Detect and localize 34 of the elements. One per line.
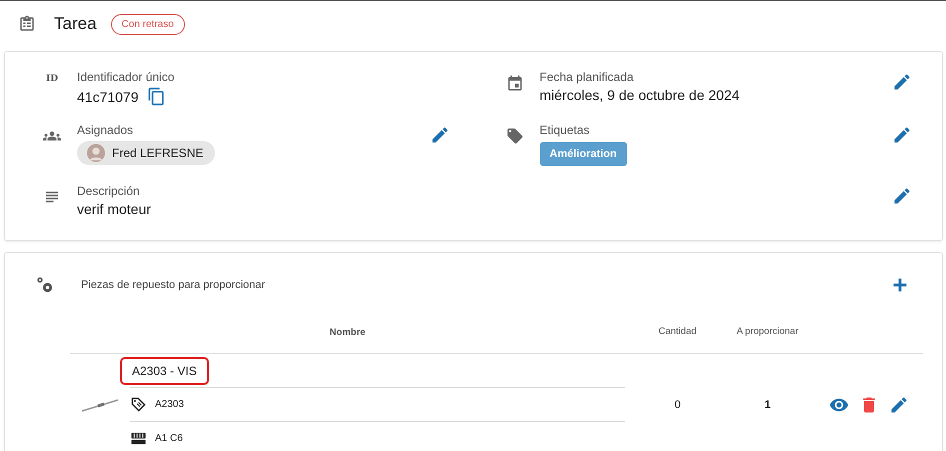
field-label: Etiquetas: [540, 123, 591, 138]
clipboard-icon: [18, 15, 36, 33]
edit-icon[interactable]: [889, 394, 909, 414]
field-value: verif moteur: [77, 200, 152, 217]
shelf-icon: [130, 430, 147, 447]
id-icon: ID: [46, 74, 58, 84]
column-header: A proporcionar: [736, 324, 800, 339]
avatar-icon: [87, 144, 105, 162]
tag-icon: [506, 127, 524, 146]
column-header: Cantidad: [657, 324, 698, 339]
tag-icon: [130, 396, 147, 413]
tag-chip: Amélioration: [540, 142, 627, 166]
section-title: Piezas de repuesto para proporcionar: [81, 279, 266, 291]
page-title: Tarea: [54, 14, 97, 34]
edit-icon[interactable]: [892, 186, 912, 206]
part-reference: A2303: [155, 399, 184, 410]
edit-icon[interactable]: [430, 125, 450, 146]
to-provide-cell-text: 1: [763, 398, 772, 410]
field-label: Fecha planificada: [540, 70, 635, 84]
copy-icon[interactable]: [146, 87, 166, 106]
edit-icon[interactable]: [892, 72, 912, 92]
person-chip[interactable]: Fred LEFRESNE: [77, 141, 216, 166]
field-label: Descripción: [77, 184, 141, 198]
calendar-icon: [506, 74, 524, 92]
quantity-cell-text: 0: [673, 398, 682, 410]
status-badge: Con retraso: [110, 14, 185, 34]
part-location: A1 C6: [155, 433, 183, 444]
field-value: miércoles, 9 de octubre de 2024: [540, 87, 741, 103]
field-label: Identificador único: [77, 70, 176, 84]
edit-icon[interactable]: [892, 125, 912, 146]
part-name: A2303 - VIS: [120, 356, 209, 384]
field-value: 41c71079: [77, 88, 139, 104]
field-label: Asignados: [77, 123, 134, 138]
column-header: Nombre: [328, 326, 366, 338]
